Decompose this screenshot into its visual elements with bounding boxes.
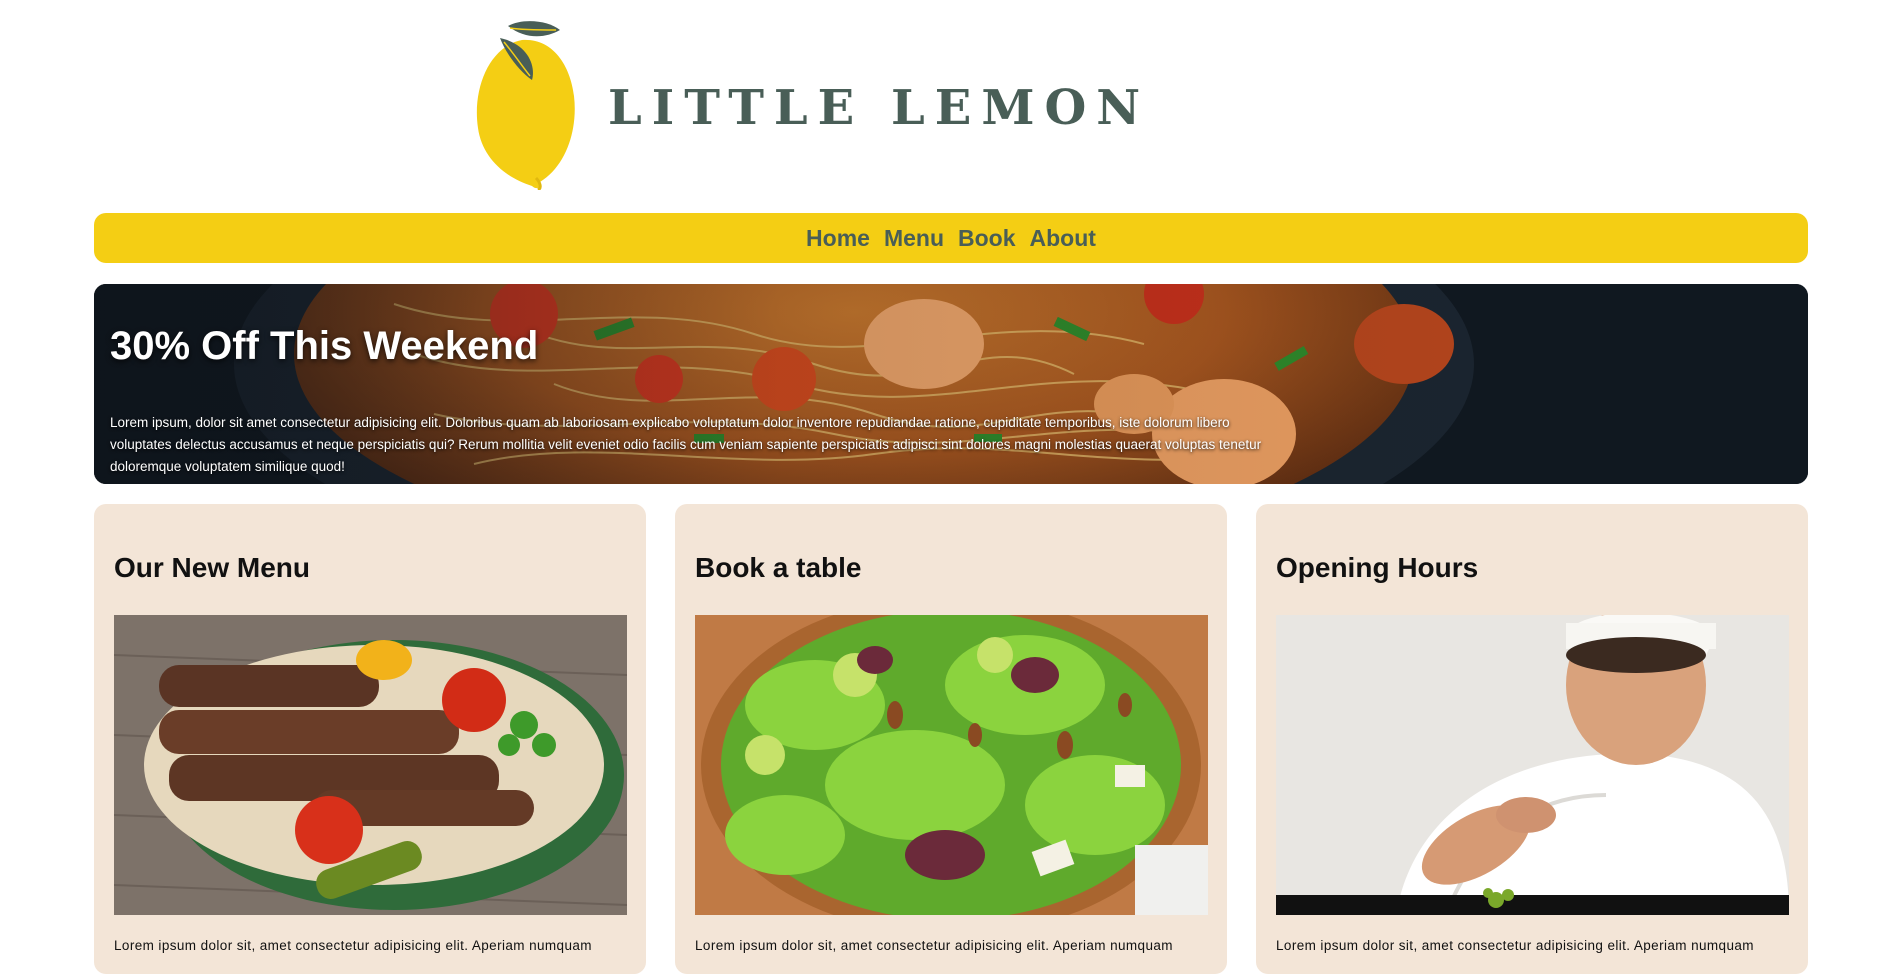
- site-header: LITTLE LEMON: [0, 0, 1896, 205]
- card-title: Book a table: [695, 552, 862, 583]
- card-opening-hours[interactable]: Opening Hours Lorem ipsum dolor sit, ame…: [1256, 504, 1808, 974]
- promo-banner: 30% Off This Weekend Lorem ipsum, dolor …: [94, 284, 1808, 484]
- card-text: Lorem ipsum dolor sit, amet consectetur …: [1276, 938, 1754, 953]
- promo-title: 30% Off This Weekend: [110, 324, 539, 368]
- card-new-menu[interactable]: Our New Menu Lorem ipsum dolor sit, amet…: [94, 504, 646, 974]
- card-text: Lorem ipsum dolor sit, amet consectetur …: [114, 938, 592, 953]
- kebab-plate-photo: [114, 615, 627, 915]
- promo-description: Lorem ipsum, dolor sit amet consectetur …: [110, 415, 1262, 474]
- feature-cards: Our New Menu Lorem ipsum dolor sit, amet…: [94, 504, 1808, 974]
- brand-name[interactable]: LITTLE LEMON: [608, 80, 1150, 136]
- lemon-icon[interactable]: [470, 18, 580, 192]
- card-title: Our New Menu: [114, 552, 311, 583]
- main-nav: Home Menu Book About: [94, 213, 1808, 263]
- nav-menu-link[interactable]: Menu: [882, 225, 946, 252]
- nav-book-link[interactable]: Book: [956, 225, 1018, 252]
- card-title: Opening Hours: [1276, 552, 1479, 583]
- card-book-table[interactable]: Book a table Lorem ipsum dolor sit, amet…: [675, 504, 1227, 974]
- nav-about-link[interactable]: About: [1028, 225, 1098, 252]
- chef-plating-photo: [1276, 615, 1789, 915]
- green-salad-photo: [695, 615, 1208, 915]
- card-text: Lorem ipsum dolor sit, amet consectetur …: [695, 938, 1173, 953]
- nav-home-link[interactable]: Home: [804, 225, 872, 252]
